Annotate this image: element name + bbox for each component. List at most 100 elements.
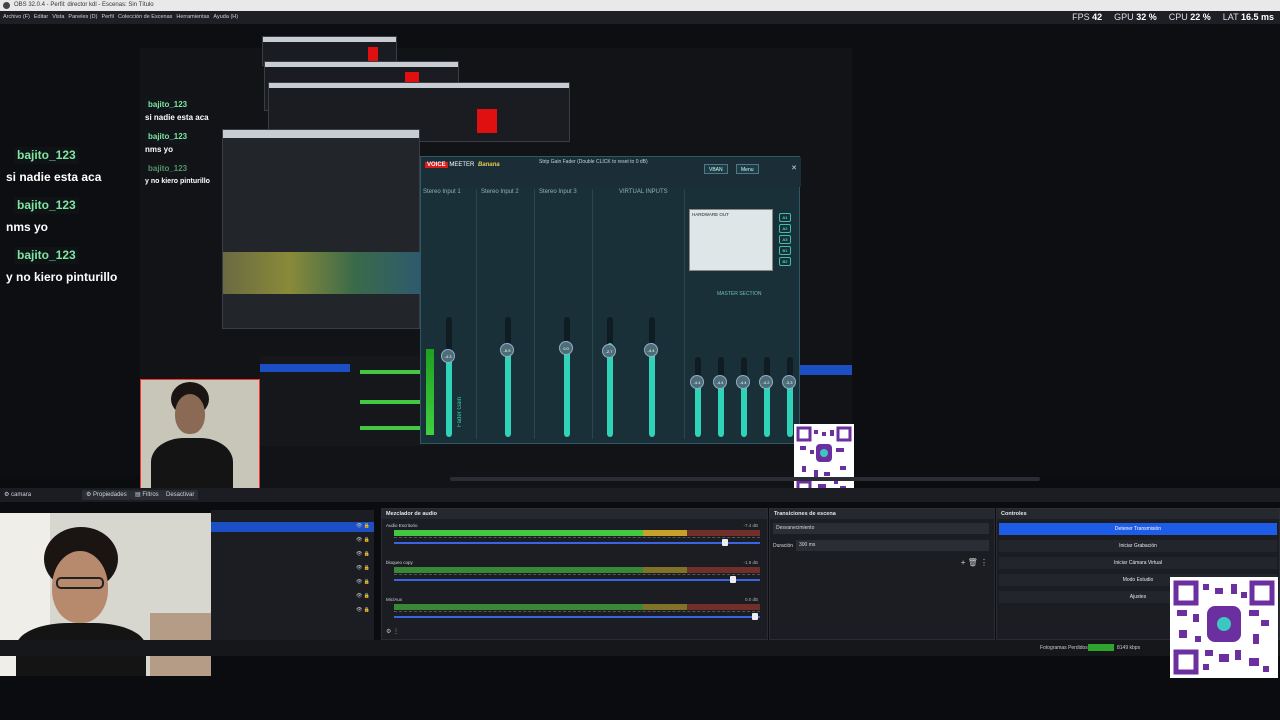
master-a2-knob[interactable]: -4.4 [713,375,727,389]
fps-label: FPS [1072,12,1090,22]
lat-value: 16.5 ms [1240,12,1274,22]
meter-scale [394,537,760,541]
duration-input[interactable]: 300 ms [796,540,989,551]
fps-stat: FPS 42 [1072,11,1102,24]
transition-menu-icon[interactable]: ⋮ [980,558,988,567]
logo-meeter: MEETER [449,162,475,168]
master-b1-knob[interactable]: -4.2 [759,375,773,389]
preview-horizontal-scrollbar[interactable] [450,477,1040,481]
close-icon[interactable]: ✕ [791,164,797,172]
recursive-meter [360,426,420,430]
volume-slider-handle[interactable] [730,576,736,583]
bus-b1-button[interactable]: B1 [779,246,791,255]
source-row-selected[interactable] [211,522,374,532]
lat-label: LAT [1222,12,1239,22]
chat-user: bajito_123 [14,147,79,164]
window-title: OBS 32.0.4 - Perfil: director kdl - Esce… [14,2,154,8]
controls-title: Controles [997,509,1279,519]
master-b2-knob[interactable]: -3.3 [782,375,796,389]
strip-2-fader-knob[interactable]: -6.9 [500,343,514,357]
selected-source-label: ⚙ camara [4,492,32,498]
volume-slider[interactable] [394,579,760,581]
mixer-menu-icon[interactable]: ⚙ ⋮ [386,628,399,635]
properties-button[interactable]: ⚙ Propiedades [82,490,131,500]
master-b2-fader[interactable] [787,357,793,437]
voicemeeter-window[interactable]: VOICE MEETER Banana Strip Gain Fader (Do… [420,156,801,444]
source-row-icons[interactable]: 👁 🔒 [356,523,370,529]
source-row-icons[interactable]: 👁 🔒 [356,537,370,543]
source-row-icons[interactable]: 👁 🔒 [356,607,370,613]
start-virtual-camera-button[interactable]: Iniciar Cámara Virtual [999,557,1277,569]
meter-scale [394,611,760,615]
master-a2-fader[interactable] [718,357,724,437]
chat-user: bajito_123 [145,98,191,112]
vban-button[interactable]: VBAN [704,164,728,174]
add-transition-icon[interactable]: + [961,558,966,567]
volume-slider-handle[interactable] [722,539,728,546]
bus-a3-button[interactable]: A3 [779,235,791,244]
mixer-track: bloqueo copy -1.9 dB [386,560,762,583]
preview-area[interactable]: bajito_123 si nadie esta aca bajito_123 … [0,24,1280,498]
gpu-value: 32 % [1136,12,1157,22]
properties-label: Propiedades [93,492,127,498]
vm-menu-button[interactable]: Menu [736,164,759,174]
strip-name: VIRTUAL INPUTS [619,189,668,195]
menu-editar[interactable]: Editar [34,11,48,24]
delete-transition-icon[interactable]: 🗑 [968,558,978,567]
bitrate: 8149 kbps [1117,645,1141,651]
hardware-out-device[interactable]: HARDWARE OUT [689,209,773,271]
strip-1-level-meter [426,349,434,435]
volume-slider[interactable] [394,542,760,544]
track-name: Audio Escritorio [386,523,418,528]
performance-stats: FPS 42 GPU 32 % CPU 22 % LAT 16.5 ms [1072,11,1274,24]
volume-slider-handle[interactable] [752,613,758,620]
strip-3-fader[interactable] [564,317,570,437]
filters-button[interactable]: ▤ Filtros [131,490,163,500]
menu-herramientas[interactable]: Herramientas [176,11,209,24]
voicemeeter-logo: VOICE MEETER Banana [425,162,500,168]
strip-name: Stereo Input 3 [539,189,577,195]
bus-a2-button[interactable]: A2 [779,224,791,233]
master-a1-fader[interactable] [695,357,701,437]
glasses [56,577,104,589]
menu-ayuda[interactable]: Ayuda (H) [213,11,238,24]
camera-source-preview[interactable] [140,379,260,497]
track-name: Mic/Aux [386,597,403,602]
strip-2-fader[interactable] [505,317,511,437]
meter-red [686,604,760,610]
master-a3-fader[interactable] [741,357,747,437]
start-recording-button[interactable]: Iniciar Grabación [999,540,1277,552]
source-row-icons[interactable]: 👁 🔒 [356,593,370,599]
virtual-2-fader-knob[interactable]: -4.4 [644,343,658,357]
source-row-icons[interactable]: 👁 🔒 [356,551,370,557]
menu-coleccion[interactable]: Colección de Escenas [118,11,172,24]
audio-mixer-title: Mezclador de audio [382,509,767,519]
recursive-window [222,129,421,329]
deactivate-button[interactable]: Desactivar [162,490,199,500]
logo-banana: Banana [478,162,500,168]
transition-select[interactable]: Desvanecimiento [773,523,989,534]
menu-archivo[interactable]: Archivo (F) [3,11,30,24]
virtual-2-fader[interactable] [649,317,655,437]
menu-vista[interactable]: Vista [52,11,64,24]
menu-perfil[interactable]: Perfil [101,11,114,24]
strip-3-fader-knob[interactable]: 0.0 [559,341,573,355]
cpu-label: CPU [1168,12,1188,22]
mixer-track: Audio Escritorio -7.4 dB [386,523,762,546]
master-b1-fader[interactable] [764,357,770,437]
virtual-1-fader[interactable] [607,317,613,437]
stop-streaming-button[interactable]: Detener Transmisión [999,523,1277,535]
virtual-1-fader-knob[interactable]: -2.7 [602,344,616,358]
volume-slider[interactable] [394,616,760,618]
bus-a1-button[interactable]: A1 [779,213,791,222]
strip-1-fader[interactable] [446,317,452,437]
master-a1-knob[interactable]: -4.4 [690,375,704,389]
menu-paneles[interactable]: Paneles (D) [68,11,97,24]
source-row-icons[interactable]: 👁 🔒 [356,565,370,571]
master-a3-knob[interactable]: -4.4 [736,375,750,389]
source-row-icons[interactable]: 👁 🔒 [356,579,370,585]
strip-1-fader-knob[interactable]: -4.3 [441,349,455,363]
recursive-window-bar [265,62,458,67]
qr-code-overlay [1170,577,1278,678]
bus-b2-button[interactable]: B2 [779,257,791,266]
